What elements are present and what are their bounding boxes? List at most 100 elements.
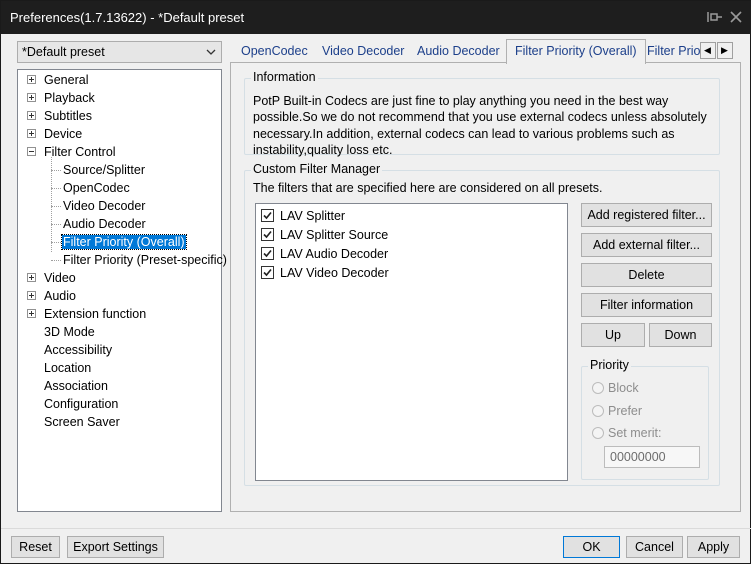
filter-name: LAV Splitter Source [280, 228, 389, 242]
tree-item-general[interactable]: General [43, 71, 89, 89]
settings-tree[interactable]: General Playback Subtitles Device Filter Con… [17, 69, 227, 512]
tree-item-label: Video Decoder [63, 199, 146, 213]
cancel-button[interactable]: Cancel [626, 536, 683, 558]
tree-item-label: Audio [44, 289, 76, 303]
reset-button[interactable]: Reset [11, 536, 60, 558]
checkbox-checked-icon[interactable] [261, 266, 274, 279]
tree-item-extension-function[interactable]: Extension function [43, 305, 147, 323]
tree-item-label: Screen Saver [44, 415, 120, 429]
checkbox-checked-icon[interactable] [261, 228, 274, 241]
filter-list-item[interactable]: LAV Splitter Source [261, 227, 388, 243]
filter-information-button[interactable]: Filter information [581, 293, 712, 317]
down-button[interactable]: Down [649, 323, 712, 347]
tree-item-audio-decoder[interactable]: Audio Decoder [62, 215, 147, 233]
priority-block-radio[interactable]: Block [592, 380, 639, 396]
delete-button[interactable]: Delete [581, 263, 712, 287]
tree-item-accessibility[interactable]: Accessibility [43, 341, 113, 359]
tree-item-subtitles[interactable]: Subtitles [43, 107, 93, 125]
export-settings-label: Export Settings [73, 540, 158, 554]
priority-set-merit-radio[interactable]: Set merit: [592, 425, 662, 441]
tree-item-video-decoder[interactable]: Video Decoder [62, 197, 146, 215]
tree-item-label: Source/Splitter [63, 163, 145, 177]
radio-circle [592, 427, 604, 439]
tree-item-device[interactable]: Device [43, 125, 83, 143]
tree-item-label: Subtitles [44, 109, 92, 123]
filter-list[interactable]: LAV Splitter LAV Splitter Source LAV Audio… [255, 203, 568, 481]
add-registered-filter-button[interactable]: Add registered filter... [581, 203, 712, 227]
collapse-icon[interactable] [27, 147, 36, 156]
filter-manager-description: The filters that are specified here are … [253, 181, 603, 195]
tree-item-label: Device [44, 127, 83, 141]
expand-icon[interactable] [27, 309, 36, 318]
priority-prefer-label: Prefer [608, 404, 643, 418]
tree-item-opencodec[interactable]: OpenCodec [62, 179, 131, 197]
checkbox-checked-icon[interactable] [261, 247, 274, 260]
expand-icon[interactable] [27, 93, 36, 102]
information-title: Information [251, 70, 318, 84]
tree-connector [51, 260, 61, 261]
tree-connector [51, 224, 61, 225]
information-text: PotP Built-in Codecs are just fine to pl… [253, 94, 707, 157]
filter-name: LAV Video Decoder [280, 266, 389, 280]
ok-label: OK [582, 540, 601, 554]
tree-item-label: Playback [44, 91, 95, 105]
tab-scroll-right-button[interactable]: ▶ [717, 42, 733, 59]
tree-item-video[interactable]: Video [43, 269, 77, 287]
tab-opencodec[interactable]: OpenCodec [241, 41, 308, 63]
add-external-filter-button[interactable]: Add external filter... [581, 233, 712, 257]
filter-list-item[interactable]: LAV Splitter [261, 208, 345, 224]
checkbox-checked-icon[interactable] [261, 209, 274, 222]
filter-list-item[interactable]: LAV Audio Decoder [261, 246, 388, 262]
pin-icon[interactable] [705, 7, 725, 27]
arrow-left-icon: ◀ [704, 45, 711, 55]
tree-item-3d-mode[interactable]: 3D Mode [43, 323, 96, 341]
expand-icon[interactable] [27, 291, 36, 300]
tab-audio-decoder[interactable]: Audio Decoder [417, 41, 500, 63]
tree-item-filter-priority-overall[interactable]: Filter Priority (Overall) [61, 233, 187, 251]
filter-list-item[interactable]: LAV Video Decoder [261, 265, 389, 281]
expand-icon[interactable] [27, 75, 36, 84]
tree-item-playback[interactable]: Playback [43, 89, 96, 107]
priority-group: Priority Block Prefer Set merit: 0000000… [581, 358, 709, 480]
ok-button[interactable]: OK [563, 536, 620, 558]
information-group: Information PotP Built-in Codecs are jus… [244, 70, 720, 157]
tree-item-configuration[interactable]: Configuration [43, 395, 119, 413]
reset-label: Reset [19, 540, 52, 554]
tree-item-label: Extension function [44, 307, 147, 321]
expand-icon[interactable] [27, 129, 36, 138]
tree-item-association[interactable]: Association [43, 377, 109, 395]
tree-item-source-splitter[interactable]: Source/Splitter [62, 161, 146, 179]
tab-scroll-left-button[interactable]: ◀ [700, 42, 716, 59]
apply-label: Apply [697, 540, 730, 554]
filter-name: LAV Splitter [280, 209, 346, 223]
filter-manager-group: Custom Filter Manager The filters that a… [244, 162, 720, 486]
tree-item-audio[interactable]: Audio [43, 287, 77, 305]
footer-separator [1, 528, 751, 529]
merit-input[interactable]: 00000000 [604, 446, 700, 468]
export-settings-button[interactable]: Export Settings [67, 536, 164, 558]
tree-connector [51, 188, 61, 189]
tab-filter-priority-preset[interactable]: Filter Prio [647, 41, 700, 63]
filter-name: LAV Audio Decoder [280, 247, 389, 261]
tab-strip: OpenCodec Video Decoder Audio Decoder Fi… [230, 39, 740, 64]
priority-block-label: Block [608, 381, 639, 395]
tree-item-filter-priority-preset-specific[interactable]: Filter Priority (Preset-specific) [62, 251, 228, 269]
tree-item-label: Association [44, 379, 108, 393]
radio-circle [592, 382, 604, 394]
preset-dropdown[interactable]: *Default preset [17, 41, 222, 63]
apply-button[interactable]: Apply [687, 536, 740, 558]
tree-item-label: Filter Priority (Preset-specific) [63, 253, 227, 267]
tab-filter-priority-overall[interactable]: Filter Priority (Overall) [506, 39, 646, 64]
close-icon[interactable] [726, 7, 746, 27]
expand-icon[interactable] [27, 273, 36, 282]
priority-prefer-radio[interactable]: Prefer [592, 403, 642, 419]
tree-item-screen-saver[interactable]: Screen Saver [43, 413, 121, 431]
tree-item-label: OpenCodec [63, 181, 130, 195]
tree-connector [51, 242, 61, 243]
up-button[interactable]: Up [581, 323, 645, 347]
cancel-label: Cancel [635, 540, 674, 554]
tab-video-decoder[interactable]: Video Decoder [322, 41, 404, 63]
expand-icon[interactable] [27, 111, 36, 120]
tree-item-location[interactable]: Location [43, 359, 92, 377]
tree-item-filter-control[interactable]: Filter Control [43, 143, 117, 161]
